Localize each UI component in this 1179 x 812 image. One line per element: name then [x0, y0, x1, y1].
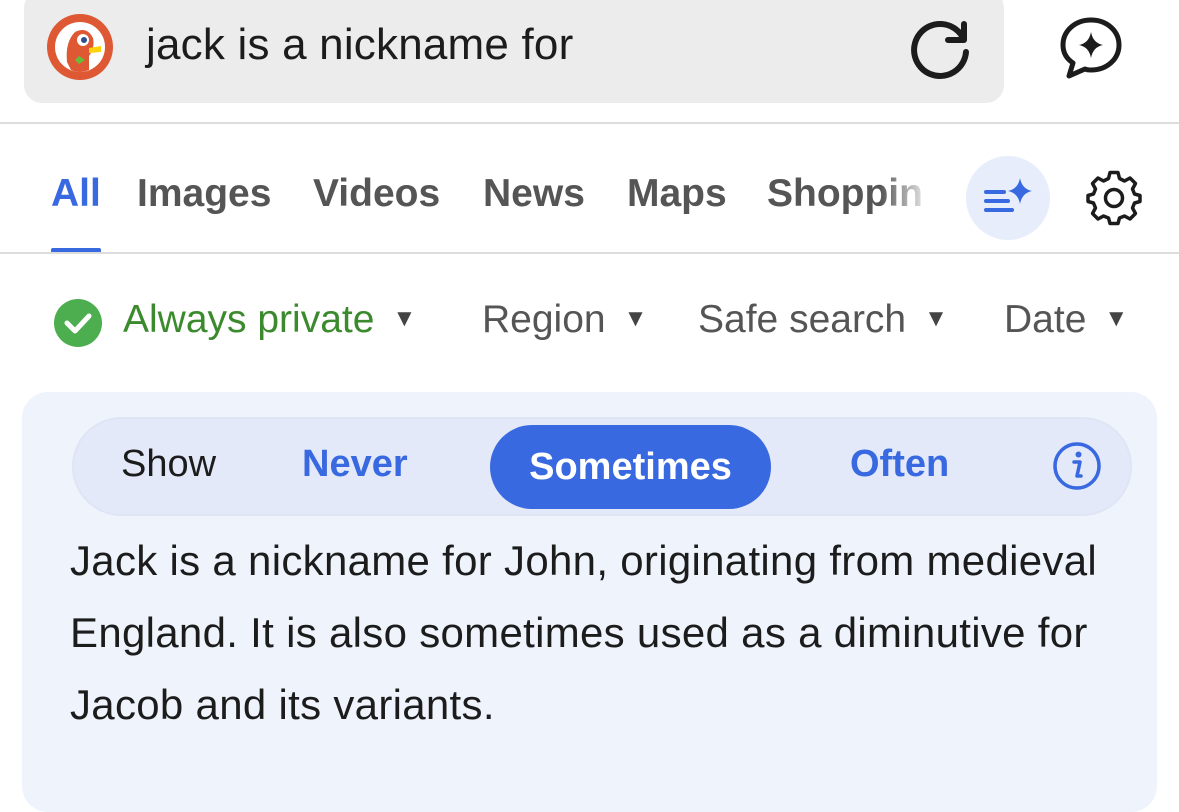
- date-filter-label: Date: [1004, 298, 1087, 341]
- check-circle-icon: [54, 299, 102, 347]
- safe-search-filter[interactable]: Safe search ▼: [698, 298, 948, 342]
- address-bar-area: jack is a nickname for: [0, 0, 1179, 122]
- search-filters: Always private ▼ Region ▼ Safe search ▼ Dat…: [0, 254, 1179, 384]
- tab-maps[interactable]: Maps: [627, 172, 727, 216]
- chevron-down-icon: ▼: [1104, 305, 1129, 332]
- ai-chat-icon[interactable]: [1055, 12, 1127, 84]
- assist-answer-text: Jack is a nickname for John, originating…: [70, 537, 1097, 728]
- search-tabs: All Images Videos News Maps Shoppin: [0, 124, 1179, 253]
- duckduckgo-logo-icon[interactable]: [45, 12, 115, 82]
- info-icon[interactable]: [1052, 441, 1102, 491]
- toggle-show-label: Show: [121, 443, 217, 485]
- region-filter[interactable]: Region ▼: [482, 298, 647, 342]
- gear-icon[interactable]: [1086, 170, 1142, 226]
- toggle-option-often[interactable]: Often: [850, 443, 949, 486]
- privacy-filter[interactable]: Always private ▼: [123, 298, 416, 342]
- tab-images[interactable]: Images: [137, 172, 271, 216]
- tab-news[interactable]: News: [483, 172, 585, 216]
- privacy-filter-label: Always private: [123, 298, 375, 341]
- date-filter[interactable]: Date ▼: [1004, 298, 1128, 342]
- ai-assist-button[interactable]: [966, 156, 1050, 240]
- chevron-down-icon: ▼: [392, 305, 417, 332]
- chevron-down-icon: ▼: [623, 305, 648, 332]
- region-filter-label: Region: [482, 298, 606, 341]
- reload-icon[interactable]: [906, 14, 976, 84]
- toggle-option-sometimes[interactable]: Sometimes: [490, 425, 771, 509]
- tab-overflow-fade: [880, 154, 950, 234]
- sparkle-list-icon: [984, 178, 1032, 212]
- tab-videos[interactable]: Videos: [313, 172, 440, 216]
- toggle-option-never[interactable]: Never: [302, 443, 408, 486]
- tab-all[interactable]: All: [51, 172, 101, 216]
- chevron-down-icon: ▼: [924, 305, 948, 332]
- safe-search-filter-label: Safe search: [698, 298, 907, 341]
- search-query-text[interactable]: jack is a nickname for: [146, 20, 573, 70]
